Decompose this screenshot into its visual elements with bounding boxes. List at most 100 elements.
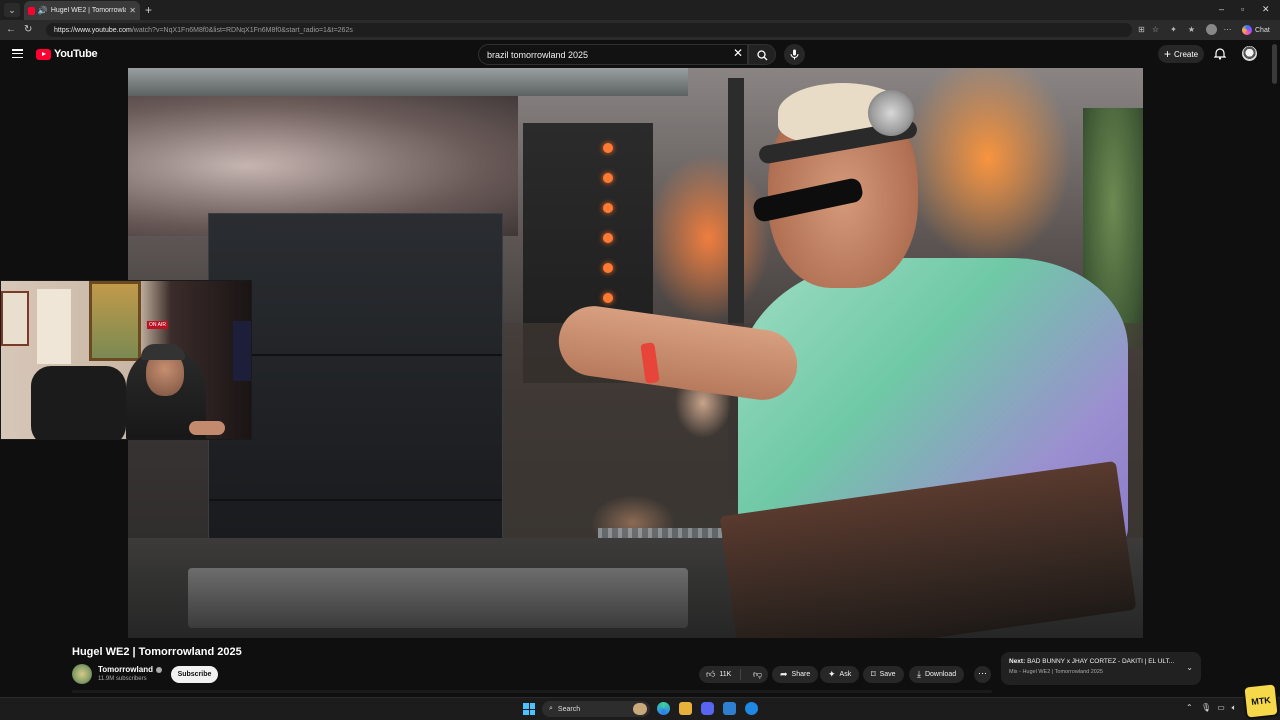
browser-tab-strip: ⌄ 🔊 Hugel WE2 | Tomorrowland 2025 ✕ + – …	[0, 0, 1280, 20]
file-explorer-icon[interactable]	[679, 702, 692, 715]
taskbar-search-label: Search	[557, 705, 581, 713]
description-box-edge	[72, 690, 992, 693]
gaming-chair	[31, 366, 126, 439]
streamer-logo: MTK	[1242, 682, 1280, 720]
browser-toolbar: ← ↻ https://www.youtube.com/watch?v=NqX1…	[0, 20, 1280, 40]
taskbar-search[interactable]: ⌕ Search	[542, 701, 650, 717]
voice-search-button[interactable]	[784, 44, 805, 65]
extensions-icon[interactable]: ✦	[1169, 25, 1178, 34]
account-avatar[interactable]	[1242, 46, 1257, 61]
tab-title: Hugel WE2 | Tomorrowland 2025	[50, 7, 127, 14]
tray-overflow-icon[interactable]: ⌃	[1186, 703, 1193, 712]
monitor-tray-icon[interactable]: ▭	[1216, 703, 1226, 713]
youtube-logo[interactable]: YouTube	[36, 48, 98, 60]
discord-icon[interactable]	[701, 702, 714, 715]
on-air-sign: ON AIR	[147, 321, 168, 329]
framed-picture	[89, 281, 141, 361]
clear-search-icon[interactable]: ✕	[733, 47, 743, 60]
more-horizontal-icon: ⋯	[978, 668, 987, 678]
channel-name: Tomorrowland	[98, 665, 153, 674]
dislike-button[interactable]: 👎︎	[745, 669, 762, 680]
wall-poster	[1, 291, 29, 346]
streamer-monitor	[233, 321, 251, 381]
copilot-icon	[1242, 25, 1252, 35]
up-next-title-line: Next: BAD BUNNY x JHAY CORTEZ - DÁKITI |…	[1009, 658, 1179, 665]
search-query: brazil tomorrowland 2025	[487, 49, 589, 60]
share-label: Share	[791, 671, 811, 678]
more-options-icon[interactable]: ⋯	[1223, 25, 1232, 34]
minimize-button[interactable]: –	[1219, 4, 1224, 14]
app-icon[interactable]	[745, 702, 758, 715]
ask-button[interactable]: ✦ Ask	[820, 666, 860, 683]
favorites-icon[interactable]: ★	[1187, 25, 1196, 34]
save-button[interactable]: ⌑ Save	[863, 666, 904, 683]
stage-truss	[128, 68, 688, 96]
download-label: Download	[924, 671, 957, 678]
close-window-button[interactable]: ✕	[1262, 4, 1270, 15]
wall-poster	[37, 289, 71, 364]
windows-start-icon[interactable]	[523, 703, 535, 715]
download-button[interactable]: ⤓ Download	[909, 666, 965, 683]
back-button[interactable]: ←	[6, 24, 16, 35]
notifications-bell-icon[interactable]	[1214, 47, 1226, 60]
subscribe-button[interactable]: Subscribe	[171, 666, 218, 683]
search-highlight-icon	[633, 703, 647, 715]
create-button[interactable]: + Create	[1158, 45, 1204, 63]
url-host: https://www.youtube.com	[54, 26, 132, 34]
chevron-down-icon[interactable]: ⌄	[1186, 663, 1193, 672]
microphone-tray-icon[interactable]: 🎙︎	[1201, 703, 1211, 713]
favorite-star-icon[interactable]: ☆	[1151, 25, 1160, 34]
search-icon: ⌕	[549, 705, 553, 712]
thumbs-down-icon: 👎︎	[753, 669, 763, 679]
close-tab-icon[interactable]: ✕	[129, 6, 136, 15]
copilot-chat-button[interactable]: Chat	[1242, 23, 1270, 37]
refresh-button[interactable]: ↻	[24, 24, 32, 35]
channel-name-link[interactable]: Tomorrowland	[98, 665, 162, 674]
video-player[interactable]	[128, 68, 1143, 638]
tab-actions-menu-button[interactable]: ⌄	[4, 3, 20, 17]
cdj-decks	[188, 568, 688, 628]
maximize-button[interactable]: ▫	[1241, 4, 1244, 14]
up-next-subtitle: Mix - Hugel WE2 | Tomorrowland 2025	[1009, 669, 1103, 675]
bookmark-icon: ⌑	[871, 669, 876, 679]
channel-avatar[interactable]	[72, 664, 92, 684]
share-button[interactable]: ➦ Share	[772, 666, 819, 683]
webcam-overlay: ON AIR	[0, 280, 252, 440]
sparkle-icon: ✦	[828, 669, 836, 679]
chat-label: Chat	[1255, 26, 1270, 34]
streamer-hand	[189, 421, 225, 435]
profile-avatar[interactable]	[1206, 24, 1217, 35]
browser-sidebar-handle[interactable]	[1272, 44, 1277, 84]
up-next-title: BAD BUNNY x JHAY CORTEZ - DÁKITI | EL ÚL…	[1027, 658, 1175, 665]
chevron-down-icon: ⌄	[8, 4, 16, 15]
verified-badge-icon	[155, 666, 162, 673]
volume-tray-icon[interactable]: 🔈︎	[1229, 703, 1239, 713]
edge-browser-icon[interactable]	[657, 702, 670, 715]
new-tab-button[interactable]: +	[145, 3, 152, 17]
browser-tab-active[interactable]: 🔊 Hugel WE2 | Tomorrowland 2025 ✕	[24, 1, 140, 20]
news-app-icon[interactable]	[723, 702, 736, 715]
like-dislike-group: 👍︎ 11K 👎︎	[699, 666, 768, 683]
youtube-header: YouTube brazil tomorrowland 2025 ✕ + Cre…	[0, 40, 1280, 68]
url-text: https://www.youtube.com/watch?v=NqX1Fn6M…	[54, 27, 353, 34]
up-next-card[interactable]: Next: BAD BUNNY x JHAY CORTEZ - DÁKITI |…	[1001, 652, 1201, 685]
speaker-icon[interactable]: 🔊	[38, 6, 48, 15]
youtube-play-icon	[36, 48, 51, 60]
microphone-icon	[790, 49, 799, 60]
share-icon: ➦	[780, 669, 788, 679]
subscriber-count: 11.9M subscribers	[98, 676, 147, 682]
like-button[interactable]: 👍︎ 11K	[699, 669, 741, 680]
up-next-prefix: Next:	[1009, 658, 1026, 665]
youtube-favicon-icon	[28, 6, 35, 15]
streamer-cap	[141, 344, 185, 360]
ask-label: Ask	[839, 671, 852, 678]
url-path: /watch?v=NqX1Fn6M8f0&list=RDNqX1Fn6M8f0&…	[131, 26, 353, 34]
app-available-icon[interactable]: ⊞	[1137, 25, 1146, 34]
search-icon	[757, 50, 768, 61]
address-bar[interactable]: https://www.youtube.com/watch?v=NqX1Fn6M…	[46, 23, 1132, 37]
search-button[interactable]	[748, 44, 776, 65]
more-actions-button[interactable]: ⋯	[974, 666, 991, 683]
download-icon: ⤓	[917, 669, 921, 679]
search-input[interactable]: brazil tomorrowland 2025	[478, 44, 748, 65]
menu-icon[interactable]	[12, 49, 23, 58]
